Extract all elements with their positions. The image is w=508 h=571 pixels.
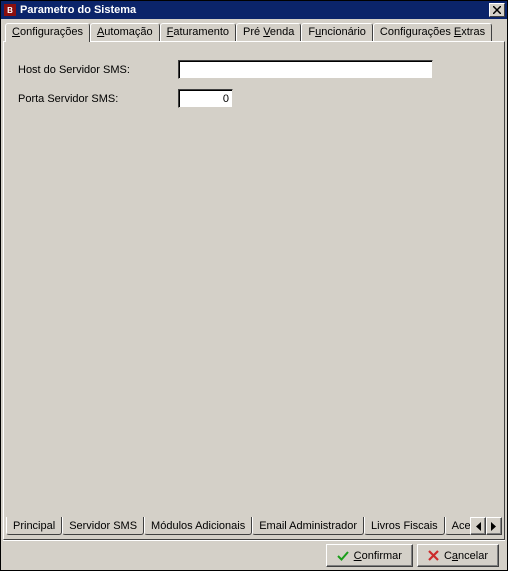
bottom-tab-strip: Principal Servidor SMS Módulos Adicionai… [4, 517, 504, 539]
tab-funcionario[interactable]: Funcionário [301, 23, 373, 41]
dialog-footer: Confirmar Cancelar [3, 540, 505, 570]
cancel-icon [428, 550, 439, 561]
top-tab-strip: Configurações Automação Faturamento Pré … [3, 21, 505, 41]
tab-email-administrador[interactable]: Email Administrador [252, 517, 364, 535]
tab-faturamento[interactable]: Faturamento [160, 23, 236, 41]
row-host-servidor-sms: Host do Servidor SMS: [18, 60, 490, 79]
client-area: Configurações Automação Faturamento Pré … [1, 19, 507, 570]
tab-configuracoes[interactable]: Configurações [5, 23, 90, 42]
tab-modulos-adicionais[interactable]: Módulos Adicionais [144, 517, 252, 535]
tab-configuracoes-extras[interactable]: Configurações Extras [373, 23, 492, 41]
input-host-servidor-sms[interactable] [178, 60, 433, 79]
input-porta-servidor-sms[interactable] [178, 89, 233, 108]
arrow-right-icon [491, 522, 497, 531]
tab-scroll-left-button[interactable] [470, 517, 486, 535]
app-icon: B [3, 3, 17, 17]
cancelar-button[interactable]: Cancelar [417, 544, 499, 567]
confirmar-button[interactable]: Confirmar [326, 544, 413, 567]
check-icon [337, 550, 349, 562]
tab-panel-inner: Host do Servidor SMS: Porta Servidor SMS… [4, 42, 504, 539]
arrow-left-icon [475, 522, 481, 531]
label-host-servidor-sms: Host do Servidor SMS: [18, 64, 178, 76]
tab-scroll-right-button[interactable] [486, 517, 502, 535]
close-button[interactable] [489, 3, 505, 17]
tab-servidor-sms[interactable]: Servidor SMS [62, 517, 144, 535]
tab-acesso[interactable]: Acesso [445, 517, 470, 535]
svg-text:B: B [7, 6, 13, 15]
tab-principal[interactable]: Principal [6, 517, 62, 535]
form-area: Host do Servidor SMS: Porta Servidor SMS… [4, 42, 504, 517]
row-porta-servidor-sms: Porta Servidor SMS: [18, 89, 490, 108]
title-bar: B Parametro do Sistema [1, 1, 507, 19]
window-title: Parametro do Sistema [20, 4, 489, 16]
tab-scroll-arrows [470, 517, 504, 535]
tab-automacao[interactable]: Automação [90, 23, 160, 41]
bottom-tabs-scroll: Principal Servidor SMS Módulos Adicionai… [4, 517, 470, 535]
label-porta-servidor-sms: Porta Servidor SMS: [18, 93, 178, 105]
close-icon [493, 6, 501, 14]
tab-livros-fiscais[interactable]: Livros Fiscais [364, 517, 445, 535]
tab-pre-venda[interactable]: Pré Venda [236, 23, 301, 41]
tab-panel-outer: Host do Servidor SMS: Porta Servidor SMS… [3, 41, 505, 540]
